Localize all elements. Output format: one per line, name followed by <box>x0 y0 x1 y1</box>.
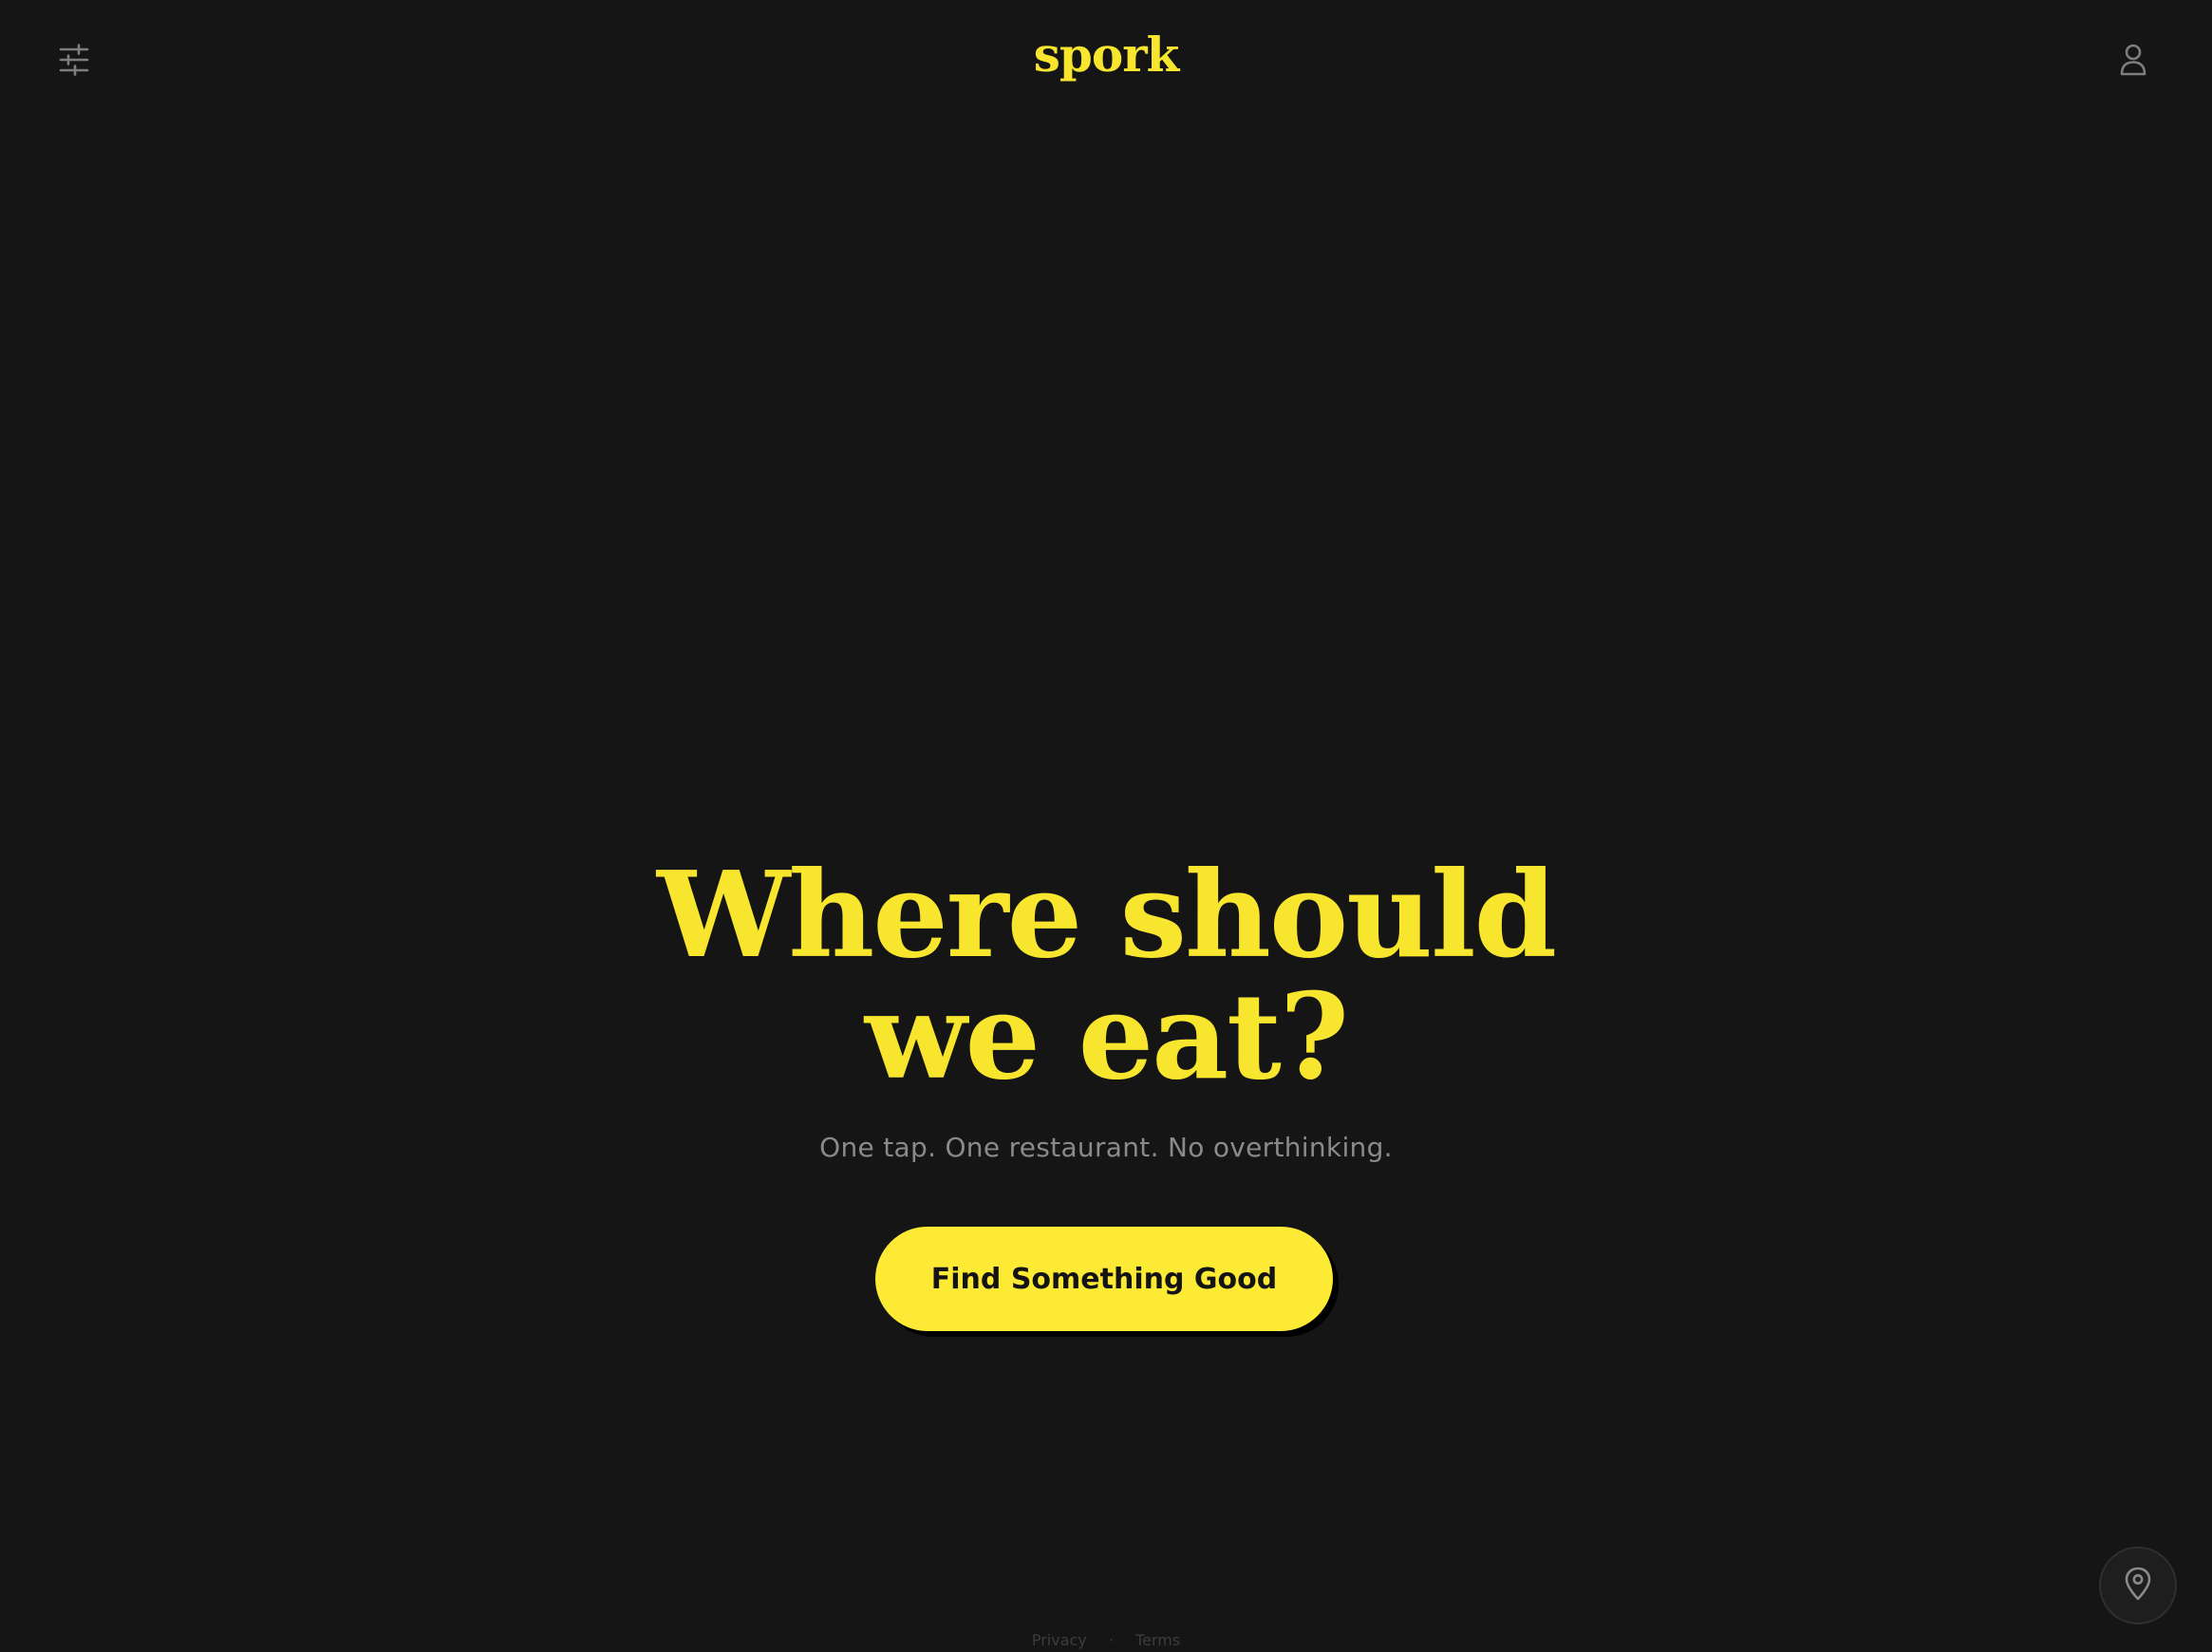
map-pin-icon <box>2124 1567 2152 1605</box>
account-button[interactable] <box>2107 35 2160 88</box>
user-icon <box>2119 44 2147 81</box>
privacy-link[interactable]: Privacy <box>1032 1631 1087 1649</box>
footer-separator: · <box>1108 1631 1114 1649</box>
top-bar: spork <box>0 0 2212 123</box>
spork-logo[interactable]: spork <box>0 27 2212 83</box>
terms-link[interactable]: Terms <box>1135 1631 1180 1649</box>
headline-line-1: Where should <box>656 846 1557 985</box>
find-something-good-button[interactable]: Find Something Good <box>875 1227 1333 1331</box>
location-button[interactable] <box>2099 1547 2177 1624</box>
headline: Where should we eat? <box>0 854 2212 1098</box>
tagline: One tap. One restaurant. No overthinking… <box>819 1132 1393 1163</box>
hero-section: Where should we eat? One tap. One restau… <box>0 854 2212 1163</box>
headline-line-2: we eat? <box>864 967 1349 1106</box>
footer: Privacy · Terms <box>0 1631 2212 1649</box>
